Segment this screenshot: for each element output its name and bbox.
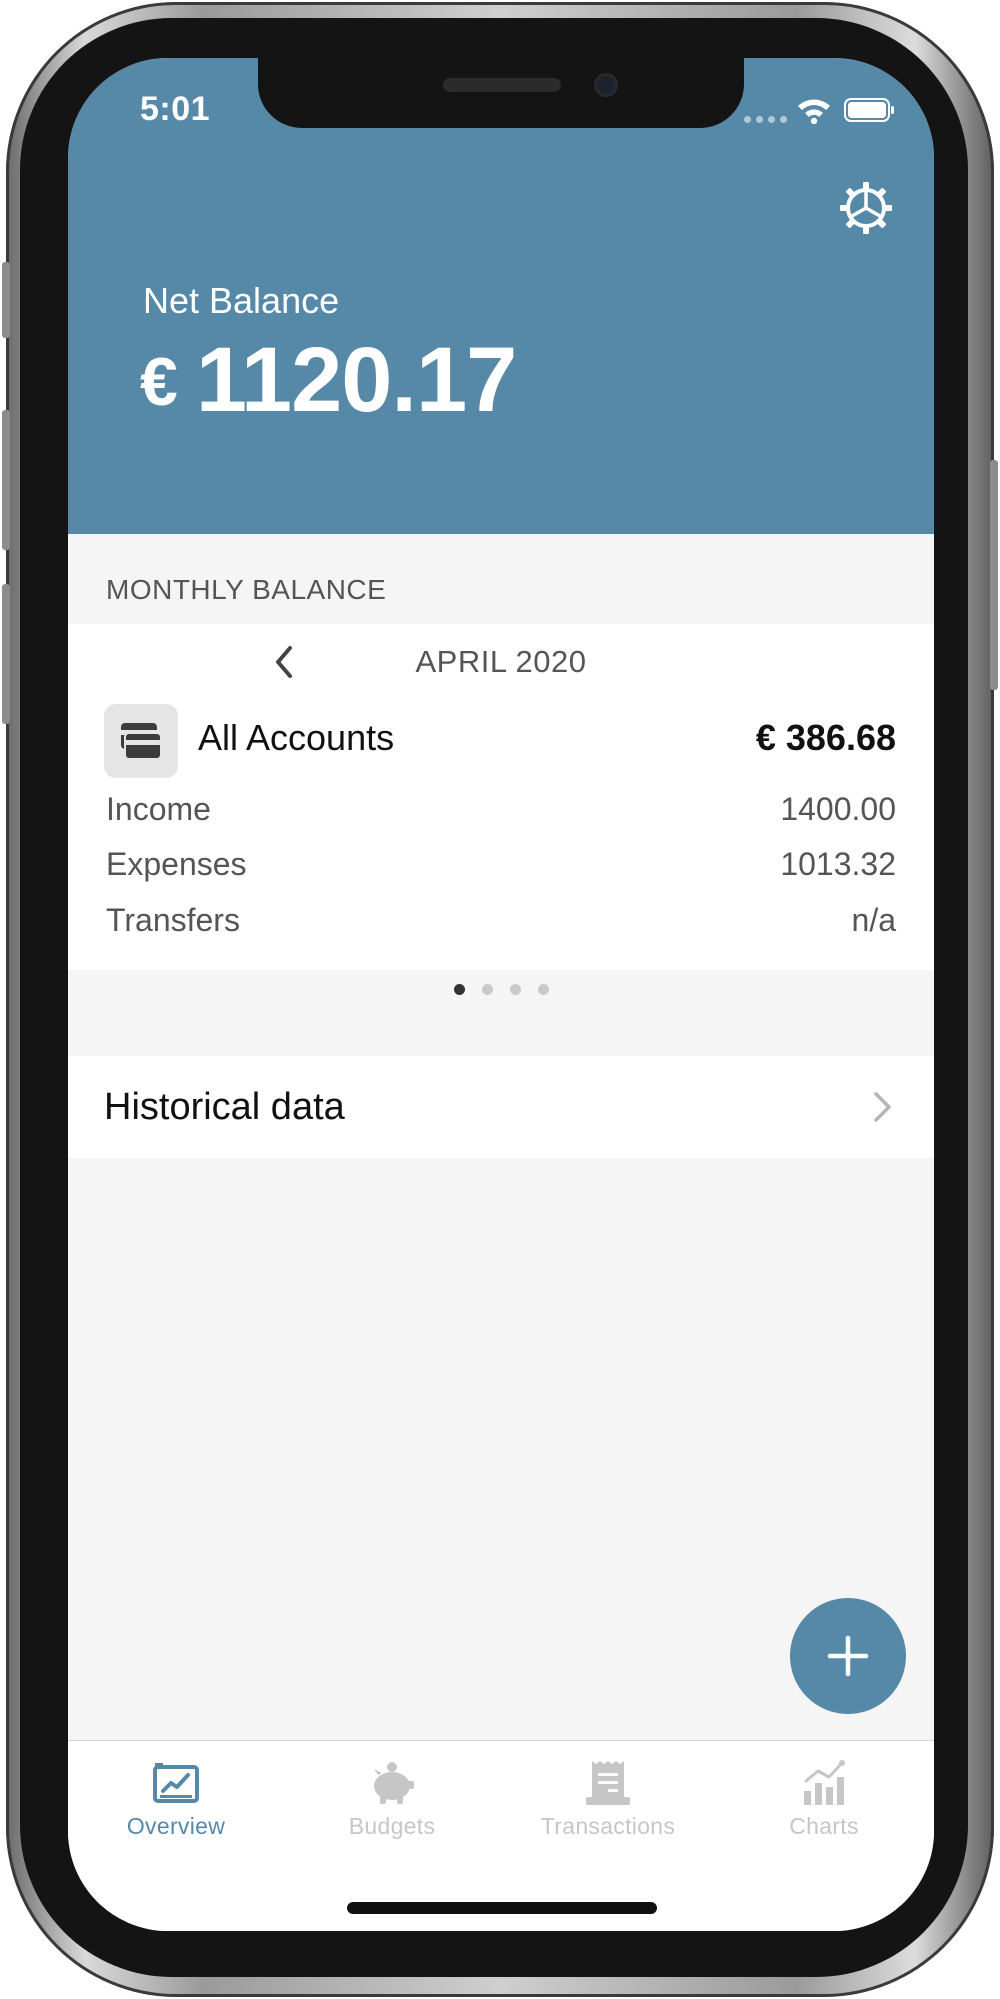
tab-label: Charts — [789, 1813, 859, 1839]
net-balance-value: €1120.17 — [140, 328, 517, 433]
status-time: 5:01 — [140, 90, 211, 128]
expenses-value: 1013.32 — [780, 846, 896, 882]
battery-icon — [844, 98, 894, 122]
gear-icon[interactable] — [838, 180, 894, 236]
add-transaction-button[interactable] — [790, 1598, 906, 1714]
net-balance-label: Net Balance — [143, 280, 340, 321]
app-screen: 5:01 Net Balance € 1120.17 MONTHLY BALAN… — [68, 58, 934, 1931]
balance-header: 5:01 Net Balance € 1120.17 — [68, 58, 934, 534]
speaker — [443, 78, 561, 92]
notch — [258, 58, 744, 128]
expenses-label: Expenses — [106, 846, 247, 882]
month-title: APRIL 2020 — [415, 644, 587, 679]
tab-overview[interactable]: Overview — [68, 1741, 284, 1861]
monthly-balance-heading: MONTHLY BALANCE — [106, 574, 387, 605]
tab-label: Overview — [126, 1813, 226, 1839]
account-balance: € 386.68 — [755, 717, 896, 758]
tab-budgets[interactable]: Budgets — [284, 1741, 500, 1861]
account-name: All Accounts — [198, 717, 395, 758]
phone-side-button — [990, 460, 998, 690]
home-indicator[interactable] — [347, 1902, 657, 1914]
piggy-bank-icon — [374, 1762, 414, 1804]
income-label: Income — [106, 791, 211, 827]
credit-card-icon — [104, 704, 178, 778]
receipt-icon — [586, 1761, 630, 1805]
phone-side-button — [2, 584, 10, 724]
income-value: 1400.00 — [780, 791, 896, 827]
tab-label: Transactions — [540, 1813, 676, 1839]
overview-chart-icon — [153, 1763, 199, 1803]
page-indicator[interactable] — [68, 984, 934, 995]
page-dot[interactable] — [481, 984, 493, 995]
currency-symbol: € — [140, 344, 178, 420]
chevron-right-icon — [874, 1092, 891, 1122]
historical-data-row[interactable]: Historical data — [68, 1056, 934, 1158]
bar-chart-icon — [804, 1760, 845, 1805]
tab-charts[interactable]: Charts — [716, 1741, 932, 1861]
tab-label: Budgets — [348, 1813, 436, 1839]
tab-transactions[interactable]: Transactions — [500, 1741, 716, 1861]
historical-data-label: Historical data — [104, 1086, 345, 1128]
phone-side-button — [2, 262, 10, 338]
page-dot[interactable] — [453, 984, 465, 995]
transfers-value: n/a — [851, 902, 896, 938]
front-camera — [594, 73, 618, 97]
plus-icon — [827, 1635, 869, 1677]
phone-side-button — [2, 410, 10, 550]
wifi-icon — [798, 99, 830, 124]
page-dot[interactable] — [537, 984, 549, 995]
transfers-label: Transfers — [106, 902, 240, 938]
net-balance-amount: 1120.17 — [195, 329, 517, 431]
monthly-balance-card[interactable]: APRIL 2020 All Accounts € 386.68 Income … — [68, 624, 934, 970]
cellular-signal-icon — [744, 116, 787, 123]
page-dot[interactable] — [509, 984, 521, 995]
